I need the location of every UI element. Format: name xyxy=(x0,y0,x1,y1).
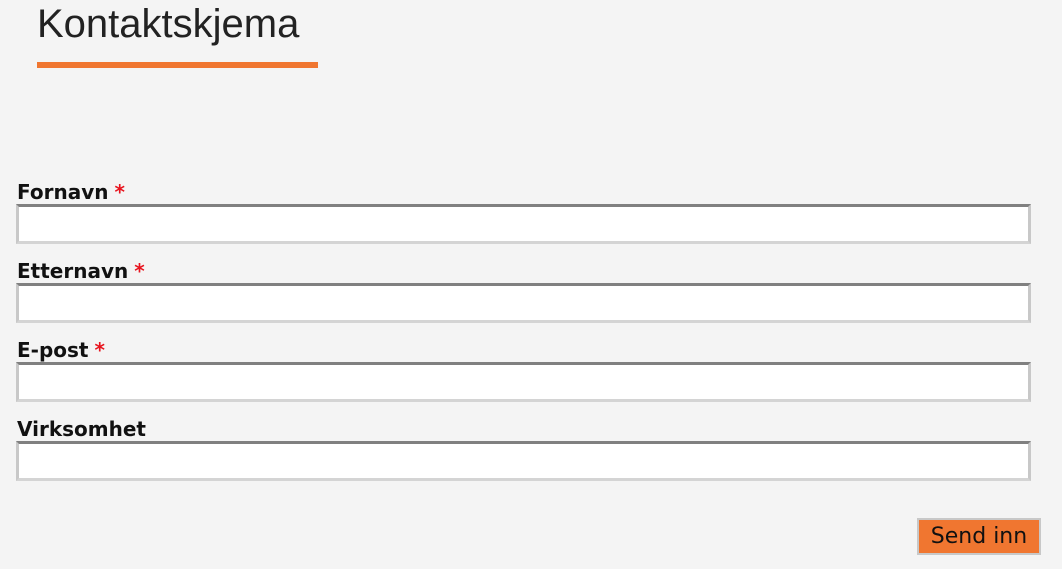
company-label: Virksomhet xyxy=(17,417,146,441)
email-field[interactable] xyxy=(16,362,1031,402)
last-name-label-text: Etternavn xyxy=(17,259,129,283)
last-name-label: Etternavn * xyxy=(17,259,145,283)
required-marker: * xyxy=(134,259,145,283)
submit-button[interactable]: Send inn xyxy=(917,518,1041,555)
company-label-text: Virksomhet xyxy=(17,417,146,441)
page-title: Kontaktskjema xyxy=(37,2,300,46)
email-label-text: E-post xyxy=(17,338,89,362)
email-label: E-post * xyxy=(17,338,105,362)
title-underline xyxy=(37,62,318,68)
required-marker: * xyxy=(114,180,125,204)
company-field[interactable] xyxy=(16,441,1031,481)
first-name-label: Fornavn * xyxy=(17,180,125,204)
last-name-field[interactable] xyxy=(16,283,1031,323)
first-name-field[interactable] xyxy=(16,204,1031,244)
required-marker: * xyxy=(94,338,105,362)
first-name-label-text: Fornavn xyxy=(17,180,109,204)
